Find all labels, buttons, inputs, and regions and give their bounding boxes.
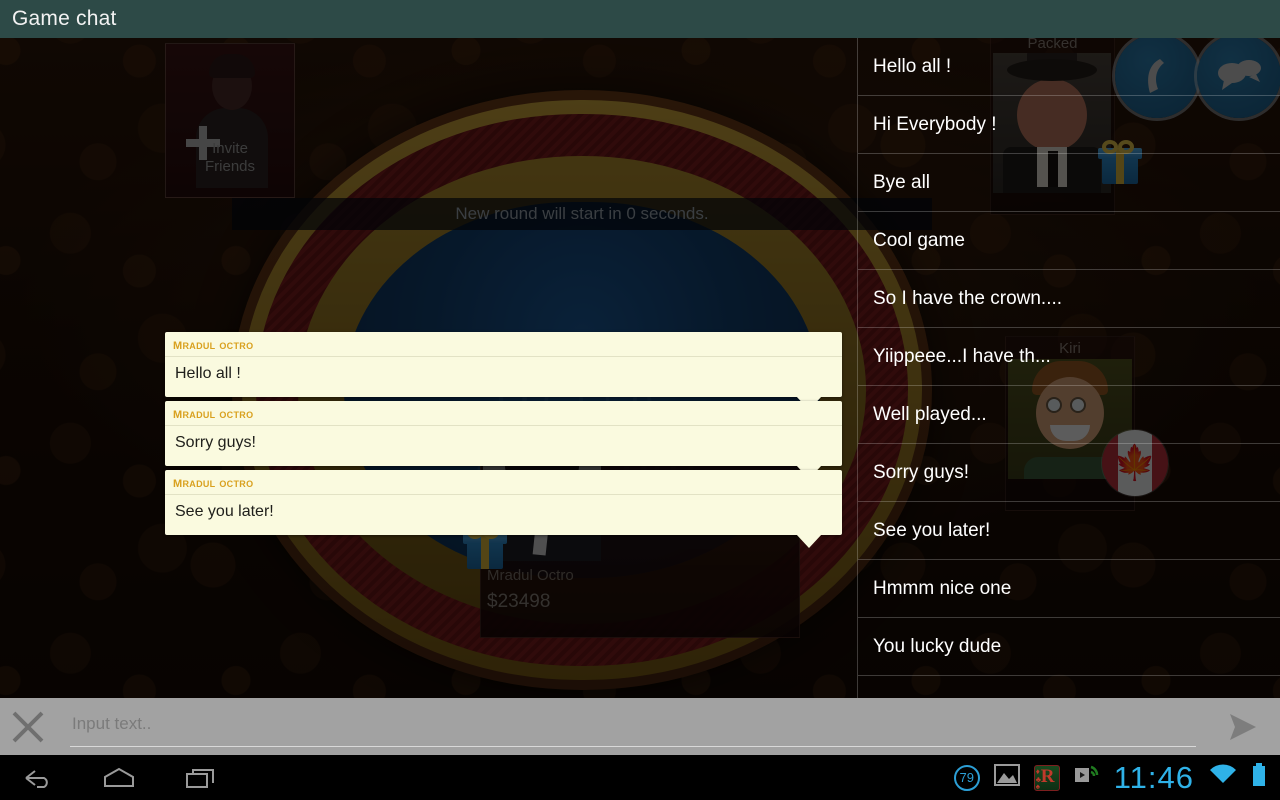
chat-bubble-message: Sorry guys!: [175, 434, 256, 451]
chat-input-bar: [0, 698, 1280, 755]
chat-preset-label: Hi Everybody !: [873, 113, 997, 135]
chat-bubble-author: Mradul Octro: [165, 401, 842, 426]
status-icons: 79 R ♦ ♣ ♠ 11:46: [953, 760, 1280, 795]
back-icon[interactable]: [22, 766, 54, 790]
chat-bubbles-layer: Mradul Octro Hello all ! Mradul Octro So…: [0, 38, 860, 698]
close-icon[interactable]: [0, 698, 56, 755]
chat-bubble-author: Mradul Octro: [165, 332, 842, 357]
status-clock: 11:46: [1113, 760, 1194, 795]
recents-icon[interactable]: [184, 766, 218, 790]
chat-bubble: Mradul Octro Hello all !: [165, 332, 842, 410]
android-navigation-bar: 79 R ♦ ♣ ♠ 11:46: [0, 755, 1280, 800]
chat-preset-item[interactable]: See you later!: [858, 502, 1280, 560]
chat-preset-label: Cool game: [873, 229, 965, 251]
chat-preset-label: See you later!: [873, 519, 991, 541]
chat-preset-item[interactable]: Hmmm nice one: [858, 560, 1280, 618]
home-icon[interactable]: [102, 766, 136, 790]
chat-preset-item[interactable]: So I have the crown....: [858, 270, 1280, 328]
chat-preset-item[interactable]: Cool game: [858, 212, 1280, 270]
title-bar: Game chat: [0, 0, 1280, 38]
screen-root: Game chat Octro Teen Patti: [0, 0, 1280, 800]
chat-bubble-tail: [796, 534, 822, 548]
page-title: Game chat: [12, 7, 117, 30]
chat-preset-item[interactable]: Yiippeee...I have th...: [858, 328, 1280, 386]
chat-bubble-message: Hello all !: [175, 365, 241, 382]
chat-preset-label: Hmmm nice one: [873, 577, 1012, 599]
chat-preset-label: So I have the crown....: [873, 287, 1063, 309]
wifi-icon[interactable]: [1208, 764, 1238, 791]
chat-bubble-message: See you later!: [175, 503, 274, 520]
chat-preset-list[interactable]: Hello all ! Hi Everybody ! Bye all Cool gam…: [857, 38, 1280, 698]
chat-text-input[interactable]: [70, 706, 1196, 747]
chat-preset-label: Bye all: [873, 171, 931, 193]
chat-bubble-author: Mradul Octro: [165, 470, 842, 495]
gallery-icon[interactable]: [993, 764, 1020, 791]
chat-preset-item[interactable]: Hi Everybody !: [858, 96, 1280, 154]
chat-preset-label: You lucky dude: [873, 635, 1002, 657]
chat-preset-item[interactable]: Hello all !: [858, 38, 1280, 96]
teen-patti-app-icon[interactable]: R ♦ ♣ ♠: [1033, 764, 1060, 791]
chat-preset-item[interactable]: Sorry guys!: [858, 444, 1280, 502]
chat-preset-label: Yiippeee...I have th...: [873, 345, 1051, 367]
chat-preset-item[interactable]: Bye all: [858, 154, 1280, 212]
chat-bubble: Mradul Octro Sorry guys!: [165, 401, 842, 479]
chat-preset-label: Well played...: [873, 403, 987, 425]
chat-bubble: Mradul Octro See you later!: [165, 470, 842, 548]
nav-buttons: [0, 766, 218, 790]
cast-icon[interactable]: [1074, 764, 1100, 791]
chat-preset-label: Hello all !: [873, 56, 952, 77]
chat-preset-item[interactable]: You lucky dude: [858, 618, 1280, 676]
send-icon[interactable]: [1206, 698, 1280, 755]
notification-count-badge[interactable]: 79: [953, 764, 980, 791]
battery-icon[interactable]: [1252, 763, 1266, 792]
chat-preset-item[interactable]: Well played...: [858, 386, 1280, 444]
chat-preset-label: Sorry guys!: [873, 461, 970, 483]
